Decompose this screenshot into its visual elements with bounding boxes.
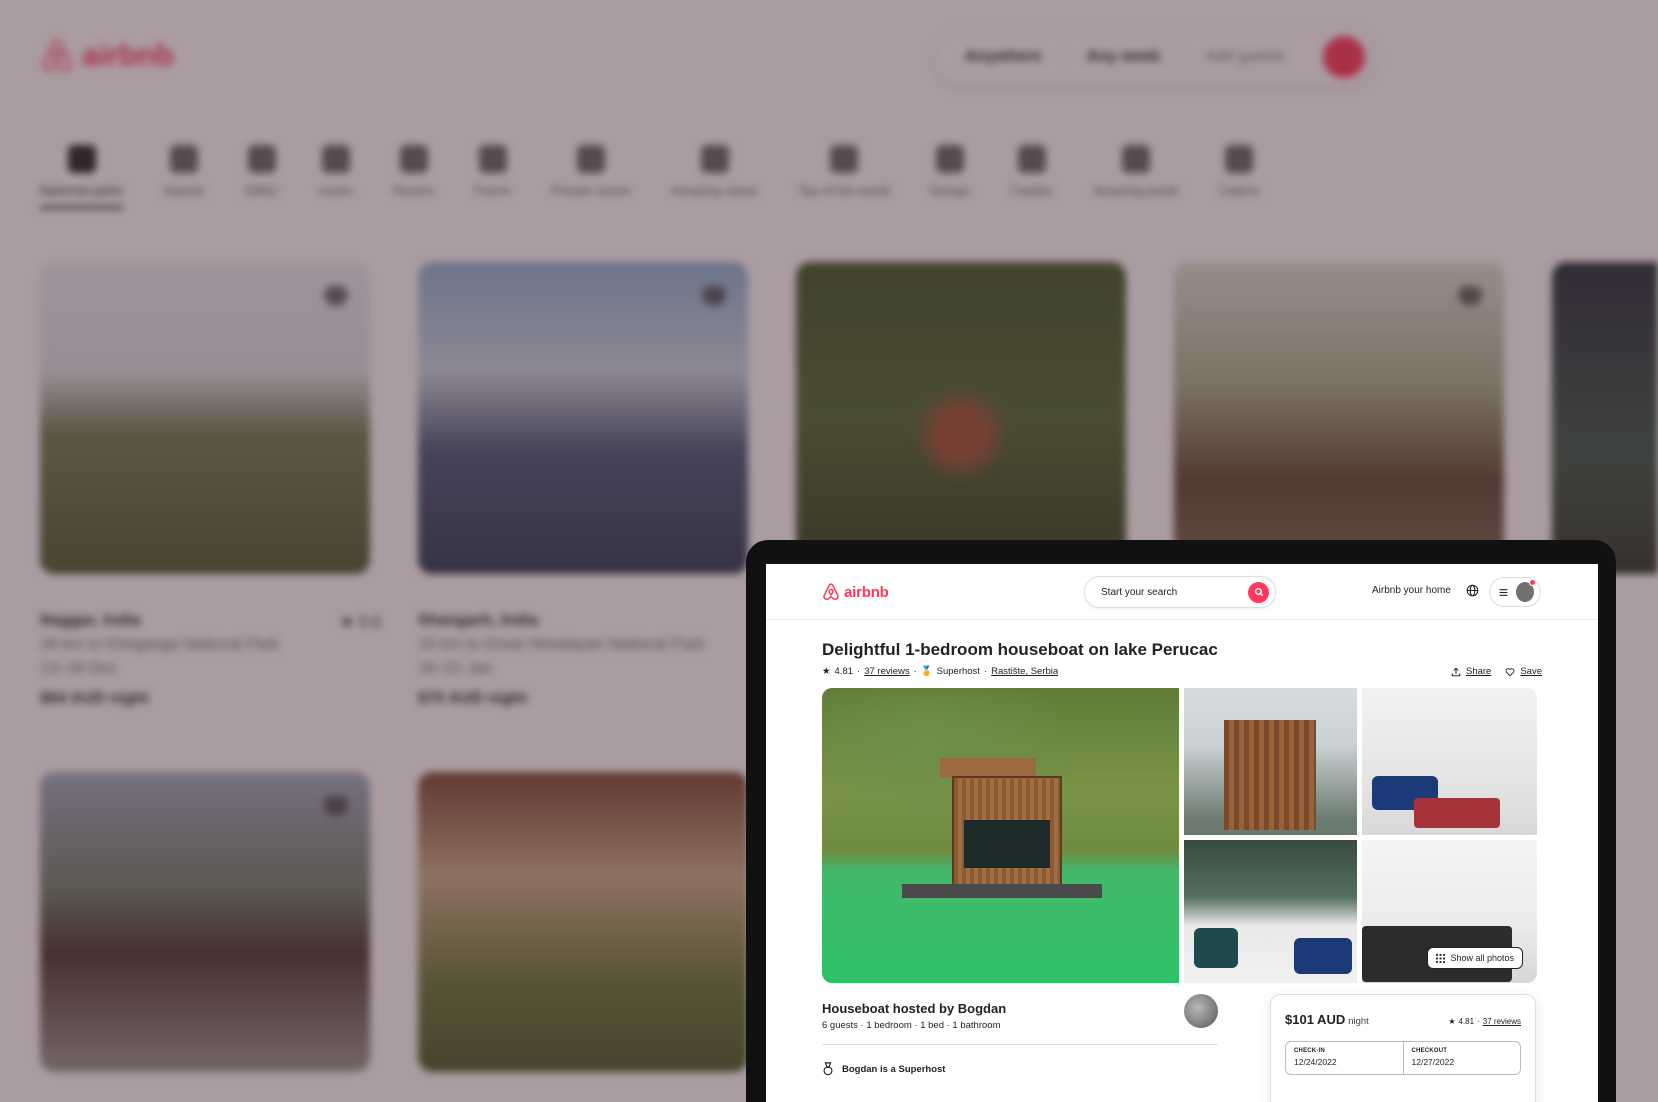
listing-details: 6 guests · 1 bedroom · 1 bed · 1 bathroo…: [822, 1020, 1001, 1031]
top-nav: airbnb Start your search Airbnb your hom…: [766, 564, 1598, 620]
checkout-field[interactable]: CHECKOUT 12/27/2022: [1402, 1042, 1521, 1074]
superhost-badge: Superhost: [936, 666, 980, 677]
section-divider: [822, 1044, 1218, 1045]
star-icon: ★: [1448, 1017, 1456, 1026]
share-icon: [1451, 667, 1461, 676]
globe-icon[interactable]: [1466, 584, 1479, 602]
search-bar[interactable]: Start your search: [1084, 576, 1276, 608]
listing-actions: Share Save: [1451, 666, 1542, 677]
location-link[interactable]: Rastište, Serbia: [991, 666, 1058, 677]
laptop-frame: airbnb Start your search Airbnb your hom…: [746, 540, 1616, 1102]
photo-top-right[interactable]: [1362, 688, 1537, 835]
grid-icon: [1436, 953, 1446, 963]
booking-reviews-link[interactable]: 37 reviews: [1483, 1017, 1521, 1026]
airbnb-logo[interactable]: airbnb: [822, 582, 889, 602]
star-icon: ★: [822, 666, 831, 677]
booking-rating: ★ 4.81 · 37 reviews: [1448, 1017, 1521, 1026]
superhost-medal-icon: 🏅: [920, 666, 933, 677]
nightly-price: $101 AUD: [1285, 1012, 1346, 1027]
host-avatar[interactable]: [1184, 994, 1218, 1028]
listing-rating: 4.81: [834, 666, 854, 677]
medal-icon: [823, 1062, 833, 1076]
listing-page: airbnb Start your search Airbnb your hom…: [766, 564, 1598, 1102]
menu-icon: [1499, 588, 1508, 596]
photo-bottom-left[interactable]: [1184, 840, 1357, 983]
search-placeholder: Start your search: [1101, 586, 1178, 598]
photo-top-left[interactable]: [1184, 688, 1357, 835]
search-button[interactable]: [1248, 581, 1269, 603]
checkin-field[interactable]: CHECK-IN 12/24/2022: [1286, 1042, 1403, 1074]
reviews-link[interactable]: 37 reviews: [864, 666, 909, 677]
airbnb-your-home-link[interactable]: Airbnb your home: [1372, 585, 1451, 596]
listing-title: Delightful 1-bedroom houseboat on lake P…: [822, 640, 1218, 659]
superhost-highlight: Bogdan is a Superhost: [822, 1062, 945, 1076]
show-all-photos-button[interactable]: Show all photos: [1427, 947, 1523, 969]
save-button[interactable]: Save: [1505, 666, 1542, 677]
search-icon: [1254, 587, 1263, 597]
user-menu-button[interactable]: [1489, 577, 1541, 607]
brand-name: airbnb: [844, 583, 889, 601]
photo-gallery: Show all photos: [822, 688, 1537, 983]
notification-dot: [1529, 579, 1536, 586]
airbnb-logo-icon: [823, 583, 839, 601]
listing-meta: ★ 4.81 · 37 reviews · 🏅 Superhost · Rast…: [822, 666, 1059, 677]
user-avatar-icon: [1516, 579, 1536, 602]
hosted-by-heading: Houseboat hosted by Bogdan: [822, 1001, 1007, 1016]
photo-main[interactable]: [822, 688, 1179, 983]
heart-icon: [1505, 667, 1515, 676]
date-picker[interactable]: CHECK-IN 12/24/2022 CHECKOUT 12/27/2022: [1285, 1041, 1521, 1075]
price-unit: night: [1348, 1016, 1369, 1027]
booking-card: $101 AUD night ★ 4.81 · 37 reviews CHECK-…: [1270, 994, 1536, 1102]
share-button[interactable]: Share: [1451, 666, 1491, 677]
